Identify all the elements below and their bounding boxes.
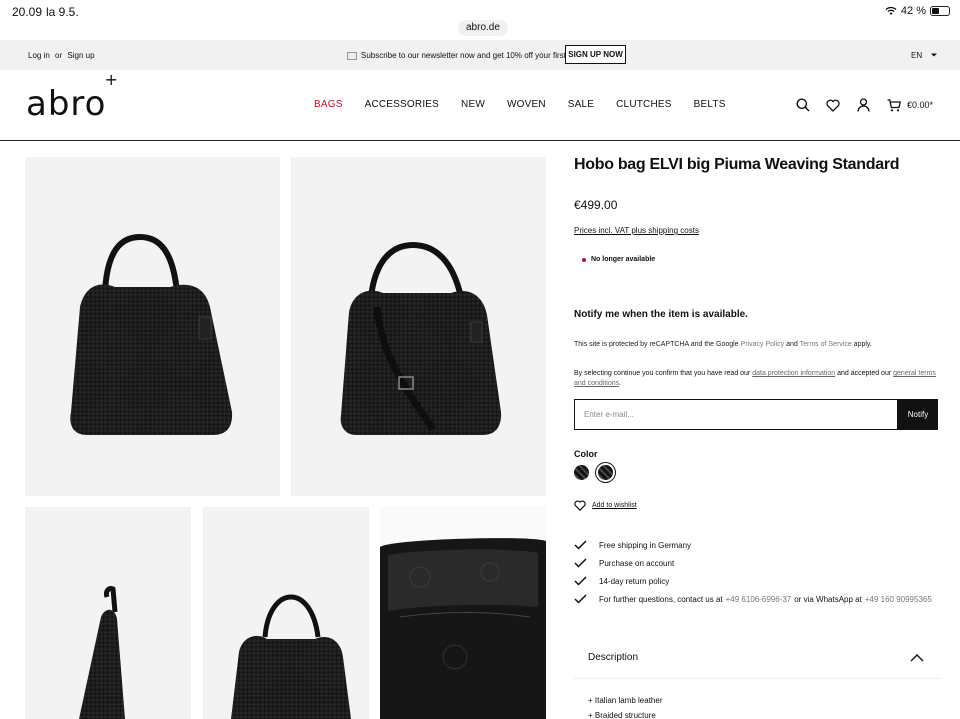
product-image-front[interactable] [25,157,280,496]
add-to-wishlist-button[interactable]: Add to wishlist [574,500,637,511]
product-title: Hobo bag ELVI big Piuma Weaving Standard [574,156,900,173]
recaptcha-prefix: This site is protected by reCAPTCHA and … [574,341,739,348]
feature-text: Purchase on account [599,558,675,568]
nav-belts[interactable]: BELTS [694,99,726,110]
contact-prefix: For further questions, contact us at [599,594,723,604]
logo-text: abro [26,84,107,124]
signup-link[interactable]: Sign up [67,51,94,60]
product-image-interior[interactable] [380,507,546,719]
notify-button[interactable]: Notify [898,399,938,430]
bag-detail-illustration [231,594,351,719]
nav-bags[interactable]: BAGS [314,99,343,110]
language-selector[interactable]: EN [911,51,938,60]
heart-icon [574,500,586,511]
feature-list: Free shipping in Germany Purchase on acc… [574,536,932,608]
contact-item: For further questions, contact us at +49… [574,590,932,608]
color-swatch-selected[interactable] [598,465,613,480]
bag-side-illustration [340,241,502,435]
language-label: EN [911,51,923,60]
announcement-bar: Log in or Sign up Subscribe to our newsl… [0,40,960,70]
check-icon [574,594,587,604]
check-icon [574,540,587,550]
description-bullet: + Italian lamb leather [588,696,663,705]
phone-link[interactable]: +49 6106-6996-37 [726,595,792,604]
status-right: 42 % [885,5,950,17]
feature-text: 14-day return policy [599,576,670,586]
cart-icon[interactable] [887,98,901,112]
caret-down-icon [931,53,938,57]
logo-plus: + [104,69,119,89]
address-bar[interactable]: abro.de [458,20,508,36]
availability-status: No longer available [582,256,655,263]
recaptcha-note: This site is protected by reCAPTCHA and … [574,341,872,348]
consent-middle: and accepted our [837,370,892,377]
chevron-up-icon [910,654,924,662]
nav-sale[interactable]: SALE [568,99,594,110]
header-actions: €0.00* [796,98,933,112]
recaptcha-suffix: apply. [853,341,872,348]
feature-item: Purchase on account [574,554,932,572]
product-image-side[interactable] [291,157,546,496]
status-time: 20.09 [12,5,43,19]
consent-note: By selecting continue you confirm that y… [574,369,938,389]
nav-clutches[interactable]: CLUTCHES [616,99,672,110]
site-header: abro+ BAGS ACCESSORIES NEW WOVEN SALE CL… [0,70,960,141]
product-image-detail[interactable] [203,507,369,719]
nav-new[interactable]: NEW [461,99,485,110]
promo-text: Subscribe to our newsletter now and get … [361,51,589,60]
description-accordion[interactable]: Description [574,639,940,679]
check-icon [574,576,587,586]
product-image-profile[interactable] [25,507,191,719]
consent-prefix: By selecting continue you confirm that y… [574,370,751,377]
privacy-policy-link[interactable]: Privacy Policy [741,341,785,348]
availability-text: No longer available [591,256,656,263]
description-bullet: + Braided structure [588,711,656,719]
vat-note-link[interactable]: Prices incl. VAT plus shipping costs [574,226,699,235]
color-label: Color [574,449,598,459]
cart-total[interactable]: €0.00* [907,100,933,110]
notify-heading: Notify me when the item is available. [574,309,748,320]
feature-item: Free shipping in Germany [574,536,932,554]
battery-icon [930,6,950,16]
description-bullets: + Italian lamb leather + Braided structu… [588,693,663,719]
mail-icon [347,51,357,60]
product-price: €499.00 [574,198,618,212]
battery-percent: 42 % [900,5,926,17]
nav-accessories[interactable]: ACCESSORIES [365,99,439,110]
bag-interior-illustration [380,538,546,719]
main-nav: BAGS ACCESSORIES NEW WOVEN SALE CLUTCHES… [314,99,748,110]
newsletter-promo: Subscribe to our newsletter now and get … [347,51,589,60]
terms-of-service-link[interactable]: Terms of Service [800,341,852,348]
site-logo[interactable]: abro+ [26,70,121,124]
bag-profile-illustration [79,586,125,719]
description-label: Description [588,652,639,663]
account-links: Log in or Sign up [28,51,95,60]
wishlist-label: Add to wishlist [592,502,637,509]
status-bar: 20.09 la 9.5. abro.de 42 % [0,0,960,40]
contact-middle: or via WhatsApp at [794,594,862,604]
check-icon [574,558,587,568]
signup-now-button[interactable]: SIGN UP NOW [565,45,626,64]
user-icon[interactable] [857,98,870,112]
bag-front-illustration [70,233,233,435]
or-text: or [55,51,63,60]
color-swatches [574,465,613,480]
whatsapp-link[interactable]: +49 160 90995365 [865,595,932,604]
feature-item: 14-day return policy [574,572,932,590]
heart-icon[interactable] [826,99,840,112]
status-dot [582,257,586,262]
login-link[interactable]: Log in [28,51,50,60]
feature-text: Free shipping in Germany [599,540,692,550]
data-protection-link[interactable]: data protection information [752,370,835,377]
search-icon[interactable] [796,98,810,112]
wifi-icon [885,6,897,15]
recaptcha-and: and [786,341,798,348]
status-date: la 9.5. [46,5,79,19]
consent-suffix: . [619,380,622,387]
email-input[interactable]: Enter e-mail... [574,399,898,430]
color-swatch-black[interactable] [574,465,589,480]
nav-woven[interactable]: WOVEN [507,99,546,110]
